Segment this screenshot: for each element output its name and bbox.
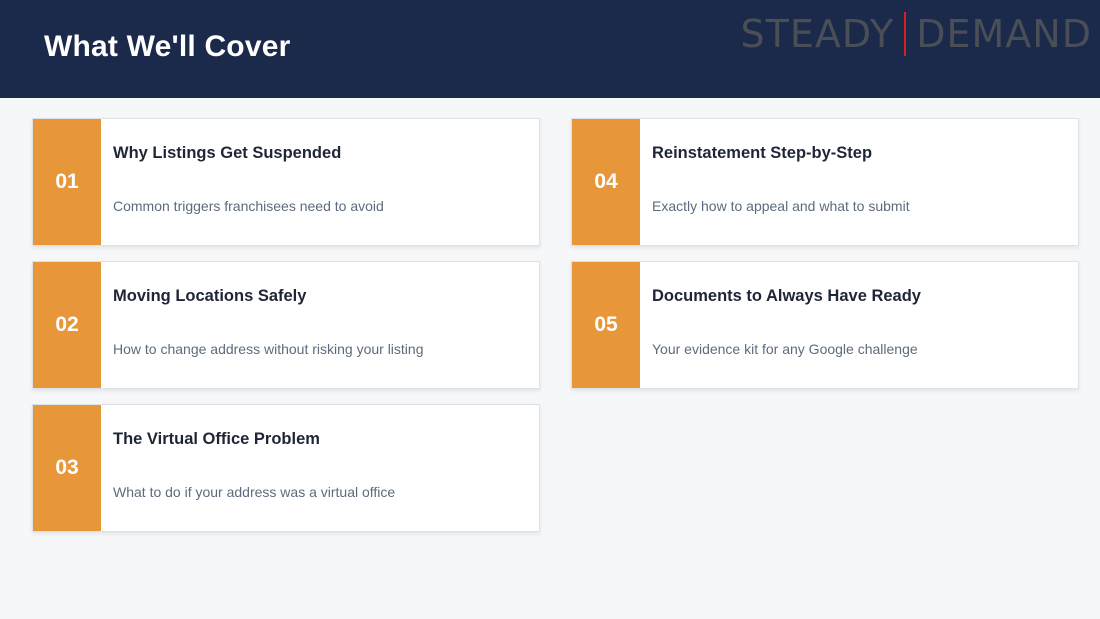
agenda-card: 01 Why Listings Get Suspended Common tri… [32, 118, 540, 246]
agenda-number: 02 [33, 262, 101, 388]
agenda-title: The Virtual Office Problem [113, 430, 320, 448]
agenda-title: Documents to Always Have Ready [652, 287, 921, 305]
logo-text-right: DEMAND [916, 12, 1092, 56]
agenda-description: How to change address without risking yo… [113, 341, 424, 357]
agenda-title: Why Listings Get Suspended [113, 144, 342, 162]
agenda-card: 04 Reinstatement Step-by-Step Exactly ho… [571, 118, 1079, 246]
logo-divider [904, 12, 907, 56]
page-title: What We'll Cover [44, 30, 291, 63]
agenda-description: Common triggers franchisees need to avoi… [113, 198, 384, 214]
logo-text-left: STEADY [740, 12, 895, 56]
agenda-card: 03 The Virtual Office Problem What to do… [32, 404, 540, 532]
brand-logo: STEADY DEMAND [741, 11, 1092, 57]
agenda-card: 05 Documents to Always Have Ready Your e… [571, 261, 1079, 389]
agenda-number: 01 [33, 119, 101, 245]
agenda-card: 02 Moving Locations Safely How to change… [32, 261, 540, 389]
agenda-description: Exactly how to appeal and what to submit [652, 198, 910, 214]
agenda-number: 03 [33, 405, 101, 531]
header-bar: What We'll Cover STEADY DEMAND [0, 0, 1100, 98]
agenda-number: 05 [572, 262, 640, 388]
agenda-description: Your evidence kit for any Google challen… [652, 341, 918, 357]
agenda-description: What to do if your address was a virtual… [113, 484, 396, 500]
agenda-title: Reinstatement Step-by-Step [652, 144, 873, 162]
agenda-title: Moving Locations Safely [113, 287, 307, 305]
agenda-number: 04 [572, 119, 640, 245]
